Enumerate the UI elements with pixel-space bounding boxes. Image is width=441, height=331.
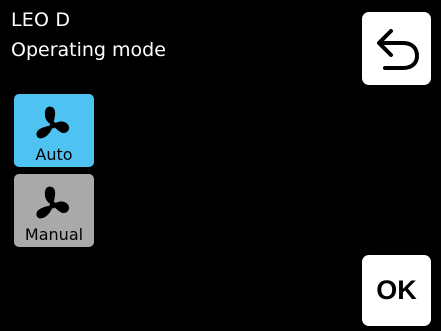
mode-auto-button[interactable]: Auto (14, 94, 94, 167)
ok-button[interactable]: OK (362, 255, 431, 326)
fan-icon (36, 106, 70, 139)
back-arrow-icon (376, 28, 419, 70)
mode-label-manual: Manual (24, 225, 84, 244)
screen-title: Operating mode (11, 39, 166, 61)
device-name: LEO D (11, 9, 71, 31)
back-button[interactable] (362, 12, 431, 85)
mode-manual-button[interactable]: Manual (14, 174, 94, 247)
fan-icon (36, 186, 70, 219)
mode-label-auto: Auto (35, 145, 73, 164)
